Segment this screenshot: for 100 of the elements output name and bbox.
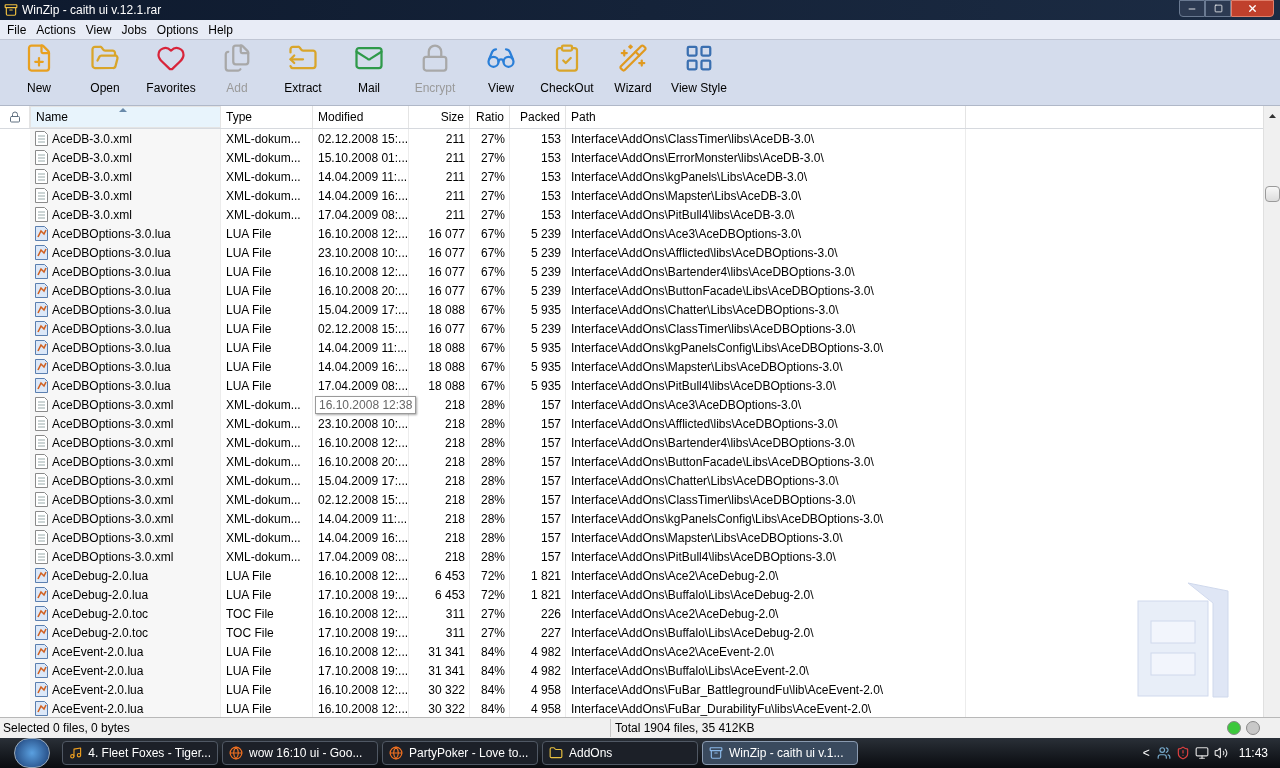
- file-name[interactable]: AceDBOptions-3.0.xml: [52, 452, 174, 471]
- column-header[interactable]: Name: [30, 106, 221, 128]
- file-name[interactable]: AceDBOptions-3.0.xml: [52, 433, 174, 452]
- file-name[interactable]: AceDB-3.0.xml: [52, 186, 133, 205]
- file-name[interactable]: AceDB-3.0.xml: [52, 205, 133, 224]
- file-name[interactable]: AceEvent-2.0.lua: [52, 642, 144, 661]
- file-name[interactable]: AceDBOptions-3.0.lua: [52, 300, 171, 319]
- scroll-up-icon[interactable]: [1268, 114, 1276, 118]
- table-cell: 28%: [480, 416, 505, 431]
- scroll-thumb[interactable]: [1264, 186, 1280, 202]
- taskbar-button[interactable]: PartyPoker - Love to...: [382, 741, 538, 765]
- file-name[interactable]: AceDBOptions-3.0.lua: [52, 338, 171, 357]
- table-cell: Interface\AddOns\Mapster\Libs\AceDB-3.0\: [571, 188, 802, 203]
- table-cell: 218: [444, 549, 465, 564]
- toolbar-button[interactable]: Open: [74, 42, 136, 103]
- taskbar-button[interactable]: WinZip - caith ui v.1...: [702, 741, 858, 765]
- close-icon: [1247, 3, 1258, 14]
- maximize-button[interactable]: [1205, 0, 1231, 17]
- file-name[interactable]: AceDB-3.0.xml: [52, 167, 133, 186]
- table-cell: 02.12.2008 15:...: [318, 321, 409, 336]
- file-name[interactable]: AceDBOptions-3.0.lua: [52, 243, 171, 262]
- table-cell: 17.04.2009 08:...: [318, 549, 409, 564]
- file-name[interactable]: AceDebug-2.0.lua: [52, 585, 149, 604]
- file-name[interactable]: AceDBOptions-3.0.lua: [52, 262, 171, 281]
- shield-alert-icon[interactable]: [1175, 746, 1190, 760]
- table-cell: 16 077: [428, 321, 465, 336]
- table-cell: 5 935: [530, 302, 561, 317]
- file-name[interactable]: AceEvent-2.0.lua: [52, 699, 144, 717]
- file-name[interactable]: AceDB-3.0.xml: [52, 148, 133, 167]
- table-cell: XML-dokum...: [226, 549, 301, 564]
- toolbar-button[interactable]: Extract: [272, 42, 334, 103]
- table-cell: 23.10.2008 10:...: [318, 245, 409, 260]
- toolbar-button[interactable]: Mail: [338, 42, 400, 103]
- minimize-button[interactable]: [1179, 0, 1205, 17]
- table-cell: Interface\AddOns\ClassTimer\libs\AceDBOptions-3.0\: [571, 492, 856, 507]
- table-cell: 211: [445, 150, 465, 165]
- table-cell: LUA File: [226, 264, 272, 279]
- menu-item[interactable]: File: [2, 20, 32, 39]
- file-name[interactable]: AceDBOptions-3.0.xml: [52, 471, 174, 490]
- table-cell: LUA File: [226, 245, 272, 260]
- file-name[interactable]: AceDebug-2.0.toc: [52, 623, 149, 642]
- script-file-icon: [35, 568, 48, 583]
- script-file-icon: [35, 644, 48, 659]
- menu-item[interactable]: Actions: [31, 20, 81, 39]
- file-name[interactable]: AceEvent-2.0.lua: [52, 680, 144, 699]
- menu-item[interactable]: View: [80, 20, 117, 39]
- taskbar-button[interactable]: wow 16:10 ui - Goo...: [222, 741, 378, 765]
- start-button[interactable]: [14, 738, 50, 768]
- tray-toggle[interactable]: <: [1140, 744, 1152, 762]
- toolbar-button[interactable]: View: [470, 42, 532, 103]
- table-cell: 1 821: [530, 587, 561, 602]
- menu-item[interactable]: Options: [151, 20, 204, 39]
- table-cell: 28%: [480, 492, 505, 507]
- close-button[interactable]: [1231, 0, 1274, 17]
- table-cell: Interface\AddOns\PitBull4\libs\AceDBOptions-3.0\: [571, 378, 836, 393]
- toolbar-button[interactable]: Wizard: [602, 42, 664, 103]
- menu-item[interactable]: Jobs: [116, 20, 152, 39]
- status-text: Total 1904 files, 35 412KB: [614, 720, 755, 737]
- toolbar-button[interactable]: New: [8, 42, 70, 103]
- file-name[interactable]: AceDB-3.0.xml: [52, 129, 133, 148]
- tooltip: 16.10.2008 12:38: [315, 395, 417, 414]
- toolbar-button[interactable]: Favorites: [140, 42, 202, 103]
- file-name[interactable]: AceDBOptions-3.0.xml: [52, 490, 174, 509]
- file-name[interactable]: AceDBOptions-3.0.xml: [52, 528, 174, 547]
- status-text: Selected 0 files, 0 bytes: [0, 719, 611, 737]
- table-cell: 27%: [480, 150, 505, 165]
- speaker-icon[interactable]: [1213, 746, 1228, 760]
- file-name[interactable]: AceDBOptions-3.0.lua: [52, 357, 171, 376]
- toolbar-button[interactable]: View Style: [668, 42, 730, 103]
- document-icon: [35, 435, 48, 450]
- clock[interactable]: 11:43: [1238, 744, 1268, 762]
- file-name[interactable]: AceDBOptions-3.0.lua: [52, 281, 171, 300]
- file-name[interactable]: AceDBOptions-3.0.xml: [52, 414, 174, 433]
- table-cell: 157: [540, 454, 561, 469]
- file-name[interactable]: AceEvent-2.0.lua: [52, 661, 144, 680]
- file-name[interactable]: AceDebug-2.0.lua: [52, 566, 149, 585]
- window-title: WinZip - caith ui v.12.1.rar: [22, 2, 162, 19]
- table-cell: Interface\AddOns\Buffalo\Libs\AceDebug-2.0\: [571, 625, 814, 640]
- table-cell: 211: [445, 131, 465, 146]
- script-file-icon: [35, 606, 48, 621]
- file-name[interactable]: AceDBOptions-3.0.lua: [52, 376, 171, 395]
- file-name[interactable]: AceDBOptions-3.0.lua: [52, 224, 171, 243]
- table-cell: 1 821: [530, 568, 561, 583]
- monitor-icon[interactable]: [1194, 746, 1209, 760]
- table-cell: 16.10.2008 12:...: [318, 701, 409, 716]
- file-name[interactable]: AceDBOptions-3.0.lua: [52, 319, 171, 338]
- file-name[interactable]: AceDBOptions-3.0.xml: [52, 547, 174, 566]
- taskbar-button[interactable]: AddOns: [542, 741, 698, 765]
- table-cell: 5 239: [530, 245, 561, 260]
- table-cell: 16.10.2008 12:...: [318, 568, 409, 583]
- menu-item[interactable]: Help: [203, 20, 238, 39]
- file-name[interactable]: AceDebug-2.0.toc: [52, 604, 149, 623]
- file-name[interactable]: AceDBOptions-3.0.xml: [52, 509, 174, 528]
- toolbar-button[interactable]: CheckOut: [536, 42, 598, 103]
- script-file-icon: [35, 625, 48, 640]
- file-name[interactable]: AceDBOptions-3.0.xml: [52, 395, 174, 414]
- people-icon[interactable]: [1156, 746, 1171, 760]
- taskbar-button[interactable]: 4. Fleet Foxes - Tiger...: [62, 741, 218, 765]
- table-cell: 67%: [480, 226, 505, 241]
- table-cell: 16.10.2008 12:...: [318, 606, 409, 621]
